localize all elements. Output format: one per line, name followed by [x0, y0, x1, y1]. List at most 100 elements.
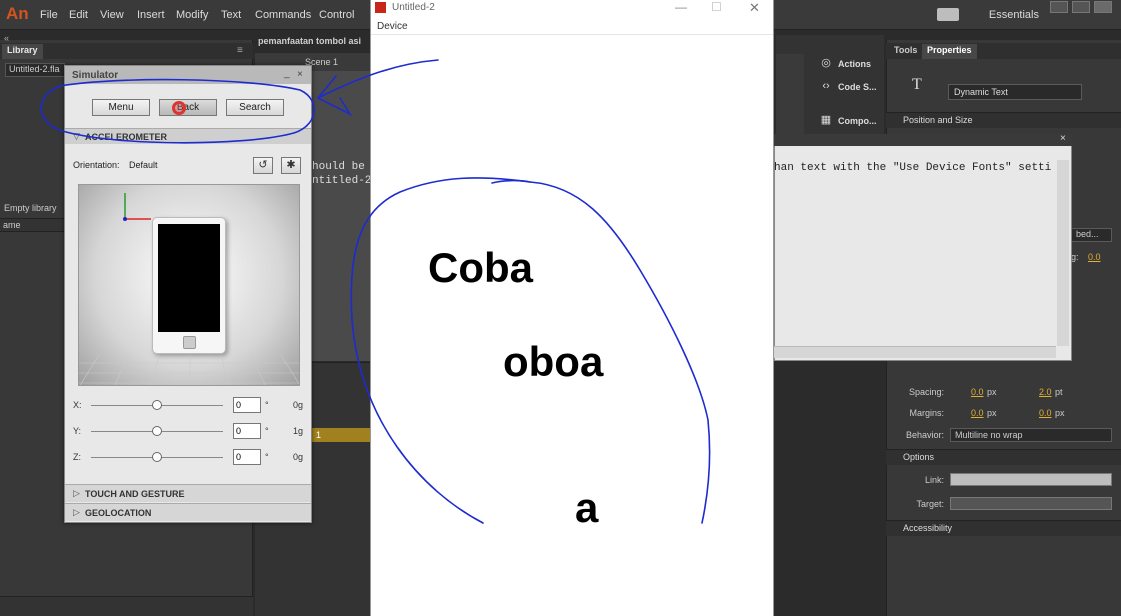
device-preview[interactable] [78, 184, 300, 386]
timeline-frame-number: 1 [316, 430, 322, 440]
search-button[interactable]: Search [226, 99, 284, 116]
slider-x-thumb[interactable] [152, 400, 162, 410]
menu-control[interactable]: Control [319, 9, 354, 21]
simulator-window: Simulator _ × Menu Back Search ▽ ACCELER… [64, 65, 312, 523]
tab-properties[interactable]: Properties [922, 44, 977, 59]
stage-text-a: a [575, 484, 599, 531]
spacing-unit: px [987, 387, 997, 397]
letter-spacing-value[interactable]: 0.0 [1088, 252, 1101, 262]
slider-z-unit: ° [265, 452, 269, 462]
output-vertical-scrollbar[interactable] [1057, 160, 1069, 346]
menu-text[interactable]: Text [221, 9, 241, 21]
components-label[interactable]: Compo... [838, 116, 877, 126]
slider-x-reading: 0g [293, 400, 304, 410]
close-icon[interactable]: × [297, 69, 303, 80]
geolocation-section[interactable]: ▷ GEOLOCATION [65, 503, 311, 521]
app-maximize-button[interactable] [1072, 1, 1090, 13]
minimize-icon[interactable]: — [675, 0, 687, 14]
slider-y-unit: ° [265, 426, 269, 436]
accelerometer-label: ACCELEROMETER [85, 132, 168, 142]
collapse-arrow-icon: ▽ [73, 131, 80, 141]
slider-x-input[interactable]: 0 [233, 397, 261, 413]
behavior-select[interactable]: Multiline no wrap [950, 428, 1112, 442]
slider-x-label: X: [73, 400, 82, 410]
minimize-icon[interactable]: _ [284, 68, 290, 79]
app-close-button[interactable] [1094, 1, 1112, 13]
link-input[interactable] [950, 473, 1112, 486]
actions-icon[interactable]: ◎ [817, 56, 835, 74]
accelerometer-section[interactable]: ▽ ACCELEROMETER [65, 128, 311, 144]
section-accessibility-label[interactable]: Accessibility [903, 523, 952, 533]
target-select[interactable] [950, 497, 1112, 510]
line-spacing-value[interactable]: 2.0 [1039, 387, 1052, 397]
menu-file[interactable]: File [40, 9, 58, 21]
library-footer [0, 596, 253, 616]
library-column-name[interactable]: ame [3, 220, 21, 230]
slider-z-label: Z: [73, 452, 81, 462]
back-button[interactable]: Back [159, 99, 217, 116]
gear-icon[interactable]: ✱ [281, 157, 301, 174]
menu-commands[interactable]: Commands [255, 9, 311, 21]
reset-orientation-icon[interactable]: ↺ [253, 157, 273, 174]
slider-z-thumb[interactable] [152, 452, 162, 462]
margin-left-unit: px [987, 408, 997, 418]
expand-arrow-icon: ▷ [73, 507, 80, 517]
menu-view[interactable]: View [100, 9, 124, 21]
behavior-label: Behavior: [905, 430, 944, 440]
app-logo: An [6, 4, 29, 23]
target-label: Target: [916, 499, 944, 509]
slider-y-thumb[interactable] [152, 426, 162, 436]
maximize-icon[interactable]: ☐ [711, 0, 722, 14]
menu-modify[interactable]: Modify [176, 9, 208, 21]
animate-app-icon [375, 2, 386, 13]
section-position-label[interactable]: Position and Size [903, 115, 973, 125]
stage-text-coba: Coba [428, 244, 533, 291]
tab-library[interactable]: Library [2, 44, 43, 59]
code-snippets-label[interactable]: Code S... [838, 82, 877, 92]
library-document-select[interactable]: Untitled-2.fla [5, 63, 65, 77]
panel-menu-icon[interactable]: ≡ [237, 45, 243, 56]
phone-screen [158, 224, 220, 332]
output-close-icon[interactable]: × [1060, 133, 1066, 144]
line-spacing-unit: pt [1055, 387, 1063, 397]
collapse-icon[interactable]: « [4, 33, 9, 43]
margin-right-value[interactable]: 0.0 [1039, 408, 1052, 418]
components-icon[interactable]: ▦ [817, 113, 835, 131]
tab-tools[interactable]: Tools [889, 44, 922, 59]
device-menu[interactable]: Device [377, 21, 408, 32]
divider [371, 34, 773, 35]
touch-gesture-section[interactable]: ▷ TOUCH AND GESTURE [65, 484, 311, 502]
margins-label: Margins: [909, 408, 944, 418]
text-type-select[interactable]: Dynamic Text [948, 84, 1082, 100]
code-snippets-icon[interactable]: ‹› [817, 80, 835, 98]
click-indicator [172, 101, 186, 115]
actions-label[interactable]: Actions [838, 59, 871, 69]
slider-x-unit: ° [265, 400, 269, 410]
slider-y-reading: 1g [293, 426, 304, 436]
output-scrollbar[interactable] [774, 346, 1056, 358]
touch-gesture-label: TOUCH AND GESTURE [85, 489, 185, 499]
document-tab[interactable]: pemanfaatan tombol asi [258, 36, 361, 46]
orientation-value: Default [129, 160, 158, 170]
section-options-label[interactable]: Options [903, 452, 934, 462]
stage-code-line: hould be [312, 161, 365, 173]
menu-edit[interactable]: Edit [69, 9, 88, 21]
simulator-title: Simulator [72, 70, 119, 81]
orientation-label: Orientation: [73, 160, 120, 170]
slider-z-input[interactable]: 0 [233, 449, 261, 465]
output-text: han text with the "Use Device Fonts" set… [774, 162, 1052, 174]
link-label: Link: [924, 475, 944, 485]
workspace-icon[interactable] [937, 8, 959, 21]
workspace-switcher[interactable]: Essentials [989, 9, 1039, 21]
margin-left-value[interactable]: 0.0 [971, 408, 984, 418]
close-icon[interactable]: ✕ [749, 0, 760, 16]
text-tool-icon: T [912, 76, 922, 93]
stage-code: hould be ntitled-2 [312, 160, 371, 188]
spacing-value[interactable]: 0.0 [971, 387, 984, 397]
app-minimize-button[interactable] [1050, 1, 1068, 13]
menu-button[interactable]: Menu [92, 99, 150, 116]
slider-y-input[interactable]: 0 [233, 423, 261, 439]
expand-arrow-icon: ▷ [73, 488, 80, 498]
menu-insert[interactable]: Insert [137, 9, 165, 21]
margin-right-unit: px [1055, 408, 1065, 418]
